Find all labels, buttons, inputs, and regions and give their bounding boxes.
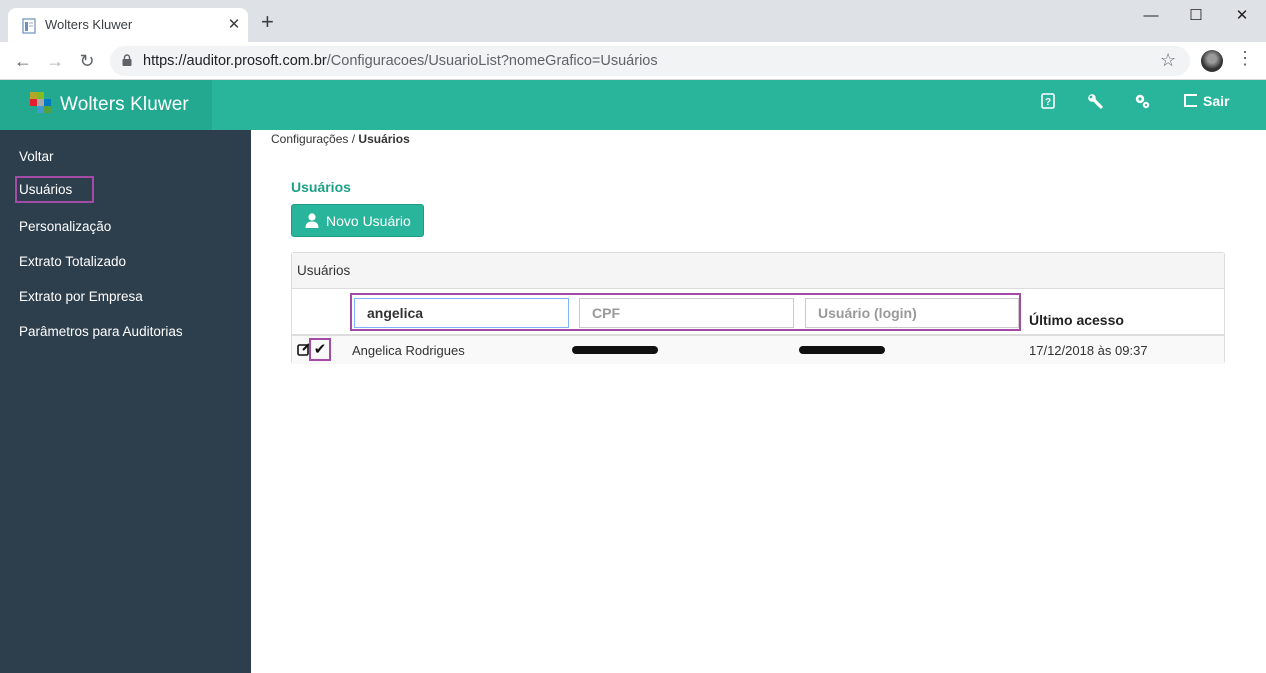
page-icon	[22, 18, 36, 34]
users-panel: Usuários Último acesso ✔ Angelica Rodrig…	[291, 252, 1225, 364]
cpf-filter-input[interactable]	[579, 298, 794, 328]
brand[interactable]: Wolters Kluwer	[0, 80, 212, 130]
browser-menu-icon[interactable]: ⋮	[1236, 48, 1254, 69]
help-icon[interactable]: ?	[1040, 93, 1056, 109]
page-title: Usuários	[291, 179, 351, 195]
app-header: Wolters Kluwer ? Sair	[0, 80, 1266, 130]
new-user-label: Novo Usuário	[326, 213, 411, 229]
browser-toolbar: ← → ↻ https://auditor.prosoft.com.br/Con…	[0, 42, 1266, 80]
last-access-header[interactable]: Último acesso	[1029, 312, 1124, 328]
tab-title: Wolters Kluwer	[45, 17, 133, 32]
main-content: Configurações / Usuários Usuários Novo U…	[251, 130, 1265, 673]
browser-tabstrip: Wolters Kluwer ✕ + — ☐ ✕	[0, 0, 1266, 42]
forward-icon[interactable]: →	[42, 48, 68, 74]
user-name-cell: Angelica Rodrigues	[352, 343, 465, 358]
filter-group	[350, 293, 1021, 331]
close-window-icon[interactable]: ✕	[1219, 3, 1265, 31]
svg-text:?: ?	[1045, 97, 1051, 108]
sidebar-item-voltar[interactable]: Voltar	[19, 149, 54, 164]
new-user-button[interactable]: Novo Usuário	[291, 204, 424, 237]
minimize-icon[interactable]: —	[1128, 3, 1174, 31]
table-row[interactable]: ✔ Angelica Rodrigues 17/12/2018 às 09:37	[292, 334, 1224, 364]
maximize-icon[interactable]: ☐	[1173, 3, 1219, 31]
panel-heading: Usuários	[292, 253, 1224, 289]
url-text: https://auditor.prosoft.com.br/Configura…	[143, 53, 658, 69]
breadcrumb-current: Usuários	[358, 132, 410, 146]
name-filter-input[interactable]	[354, 298, 569, 328]
sidebar-item-parametros-auditorias[interactable]: Parâmetros para Auditorias	[19, 324, 183, 339]
address-bar[interactable]: https://auditor.prosoft.com.br/Configura…	[110, 46, 1190, 76]
reload-icon[interactable]: ↻	[74, 48, 100, 74]
sidebar-item-personalizacao[interactable]: Personalização	[19, 219, 111, 234]
user-icon	[305, 213, 319, 228]
sidebar-item-usuarios[interactable]: Usuários	[15, 176, 95, 203]
profile-avatar[interactable]	[1201, 50, 1223, 72]
sidebar-item-extrato-totalizado[interactable]: Extrato Totalizado	[19, 254, 126, 269]
lock-icon	[122, 54, 132, 66]
wolters-kluwer-logo-icon	[30, 92, 51, 113]
close-tab-icon[interactable]: ✕	[226, 15, 242, 33]
breadcrumb-parent[interactable]: Configurações	[271, 132, 348, 146]
sidebar-item-extrato-por-empresa[interactable]: Extrato por Empresa	[19, 289, 143, 304]
breadcrumb: Configurações / Usuários	[271, 132, 410, 146]
sidebar: Voltar Usuários Personalização Extrato T…	[0, 130, 251, 673]
logout-button[interactable]: Sair	[1184, 93, 1229, 109]
cpf-redacted	[572, 346, 658, 354]
login-redacted	[799, 346, 885, 354]
bookmark-star-icon[interactable]: ☆	[1160, 50, 1176, 71]
logout-icon	[1184, 94, 1197, 107]
new-tab-button[interactable]: +	[261, 11, 274, 33]
last-access-cell: 17/12/2018 às 09:37	[1029, 343, 1148, 358]
back-icon[interactable]: ←	[10, 48, 36, 74]
browser-tab[interactable]: Wolters Kluwer ✕	[8, 8, 248, 42]
gear-icon[interactable]	[1134, 93, 1150, 109]
brand-name: Wolters Kluwer	[60, 94, 189, 115]
panel-title: Usuários	[297, 263, 351, 278]
wrench-icon[interactable]	[1087, 93, 1103, 109]
login-filter-input[interactable]	[805, 298, 1019, 328]
logout-label: Sair	[1203, 93, 1230, 109]
active-check-icon[interactable]: ✔	[309, 338, 331, 361]
